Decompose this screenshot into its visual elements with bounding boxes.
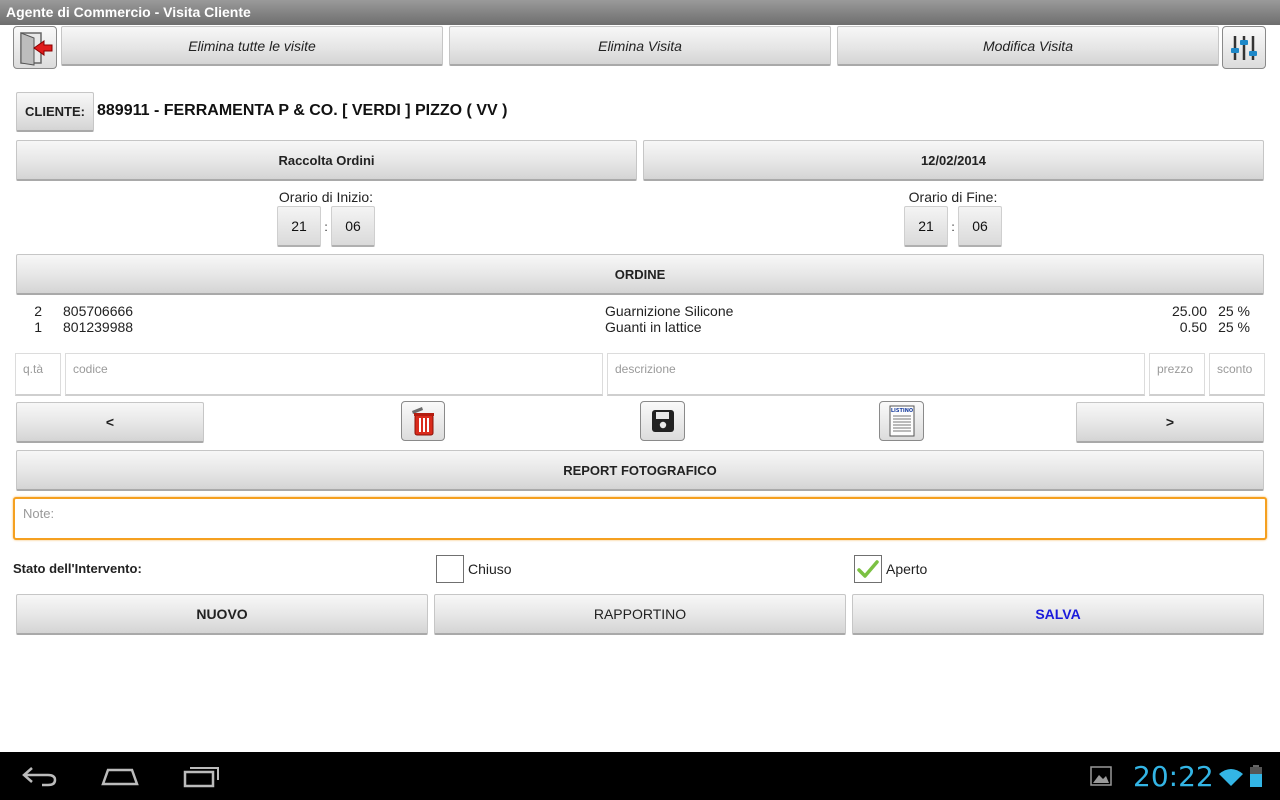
checkmark-icon	[857, 560, 879, 578]
description-input[interactable]: descrizione	[607, 353, 1145, 396]
notes-placeholder: Note:	[23, 506, 55, 521]
delete-all-visits-label: Elimina tutte le visite	[188, 37, 316, 54]
prev-button[interactable]: <	[16, 402, 204, 443]
row-desc: Guarnizione Silicone	[605, 303, 734, 319]
listino-label: LISTINO	[890, 408, 912, 414]
row-price: 25.00	[1171, 303, 1207, 319]
wifi-icon	[1219, 769, 1243, 786]
app-title-bar: Agente di Commercio - Visita Cliente	[0, 0, 1280, 25]
save-button[interactable]: SALVA	[852, 594, 1264, 635]
back-button[interactable]	[20, 764, 64, 790]
system-navigation-bar: 20:22	[0, 752, 1280, 800]
row-price: 0.50	[1179, 319, 1207, 335]
recent-apps-button[interactable]	[180, 764, 224, 790]
rapportino-button[interactable]: RAPPORTINO	[434, 594, 846, 635]
row-discount: 25 %	[1218, 319, 1250, 335]
end-time-separator: :	[951, 220, 955, 234]
code-input[interactable]: codice	[65, 353, 603, 396]
photo-report-label: REPORT FOTOGRAFICO	[563, 462, 717, 478]
listino-button[interactable]: LISTINO	[879, 401, 924, 441]
battery-icon	[1250, 765, 1262, 787]
qty-placeholder: q.tà	[23, 362, 44, 376]
price-input[interactable]: prezzo	[1149, 353, 1205, 396]
client-button-label: CLIENTE:	[25, 104, 85, 119]
row-discount: 25 %	[1218, 303, 1250, 319]
client-name: 889911 - FERRAMENTA P & CO. [ VERDI ] PI…	[97, 102, 508, 119]
row-desc: Guanti in lattice	[605, 319, 702, 335]
exit-icon	[20, 31, 53, 66]
order-header-label: ORDINE	[614, 266, 666, 282]
wifi-status	[1217, 766, 1245, 788]
discount-input[interactable]: sconto	[1209, 353, 1265, 396]
photo-report-button[interactable]: REPORT FOTOGRAFICO	[16, 450, 1264, 491]
end-minute-value: 06	[972, 218, 988, 234]
visit-date-label: 12/02/2014	[920, 152, 987, 168]
listino-icon: LISTINO	[889, 405, 914, 437]
qty-input[interactable]: q.tà	[15, 353, 61, 396]
row-qty: 2	[34, 303, 42, 319]
start-time-separator: :	[324, 220, 328, 234]
start-minute-value: 06	[345, 218, 361, 234]
end-minute-picker[interactable]: 06	[958, 206, 1002, 247]
delete-visit-label: Elimina Visita	[598, 37, 682, 54]
end-hour-value: 21	[918, 218, 934, 234]
edit-visit-button[interactable]: Modifica Visita	[837, 26, 1219, 66]
order-list: 2 805706666 Guarnizione Silicone 25.00 2…	[0, 303, 1280, 335]
new-label: NUOVO	[196, 606, 248, 622]
price-placeholder: prezzo	[1157, 362, 1194, 376]
new-button[interactable]: NUOVO	[16, 594, 428, 635]
client-button[interactable]: CLIENTE:	[16, 92, 94, 132]
discount-placeholder: sconto	[1217, 362, 1253, 376]
delete-all-visits-button[interactable]: Elimina tutte le visite	[61, 26, 443, 66]
description-placeholder: descrizione	[615, 362, 676, 376]
home-button[interactable]	[100, 764, 144, 790]
save-label: SALVA	[1035, 606, 1081, 622]
delete-row-button[interactable]	[401, 401, 445, 441]
home-icon	[101, 768, 139, 786]
back-icon	[22, 767, 57, 787]
row-qty: 1	[34, 319, 42, 335]
start-time-label: Orario di Inizio:	[278, 189, 374, 205]
settings-button[interactable]	[1222, 26, 1266, 69]
app-title: Agente di Commercio - Visita Cliente	[6, 4, 251, 20]
gallery-notification[interactable]	[1090, 766, 1114, 788]
start-hour-picker[interactable]: 21	[277, 206, 321, 247]
notes-input[interactable]: Note:	[13, 497, 1267, 540]
gallery-icon	[1090, 766, 1112, 786]
save-disk-icon	[651, 410, 674, 432]
exit-button[interactable]	[13, 26, 57, 69]
next-label: >	[1165, 414, 1175, 430]
trash-icon	[412, 407, 434, 436]
order-header-button[interactable]: ORDINE	[16, 254, 1264, 295]
delete-visit-button[interactable]: Elimina Visita	[449, 26, 831, 66]
open-label: Aperto	[886, 561, 928, 577]
end-hour-picker[interactable]: 21	[904, 206, 948, 247]
save-row-button[interactable]	[640, 401, 685, 441]
visit-date-button[interactable]: 12/02/2014	[643, 140, 1264, 181]
closed-checkbox[interactable]	[436, 555, 464, 583]
open-checkbox[interactable]	[854, 555, 882, 583]
rapportino-label: RAPPORTINO	[593, 606, 687, 622]
prev-label: <	[105, 414, 115, 430]
edit-visit-label: Modifica Visita	[982, 37, 1073, 54]
settings-sliders-icon	[1231, 35, 1257, 60]
next-button[interactable]: >	[1076, 402, 1264, 443]
visit-type-label: Raccolta Ordini	[278, 152, 375, 168]
table-row[interactable]: 2 805706666 Guarnizione Silicone 25.00 2…	[0, 303, 1280, 319]
status-label: Stato dell'Intervento:	[13, 561, 142, 576]
code-placeholder: codice	[73, 362, 108, 376]
battery-status	[1249, 764, 1263, 788]
visit-type-button[interactable]: Raccolta Ordini	[16, 140, 637, 181]
row-code: 805706666	[63, 303, 134, 319]
closed-label: Chiuso	[468, 561, 512, 577]
start-minute-picker[interactable]: 06	[331, 206, 375, 247]
row-code: 801239988	[63, 319, 134, 335]
clock: 20:22	[1133, 760, 1214, 793]
end-time-label: Orario di Fine:	[908, 189, 998, 205]
recent-apps-icon	[183, 767, 219, 788]
start-hour-value: 21	[291, 218, 307, 234]
table-row[interactable]: 1 801239988 Guanti in lattice 0.50 25 %	[0, 319, 1280, 335]
